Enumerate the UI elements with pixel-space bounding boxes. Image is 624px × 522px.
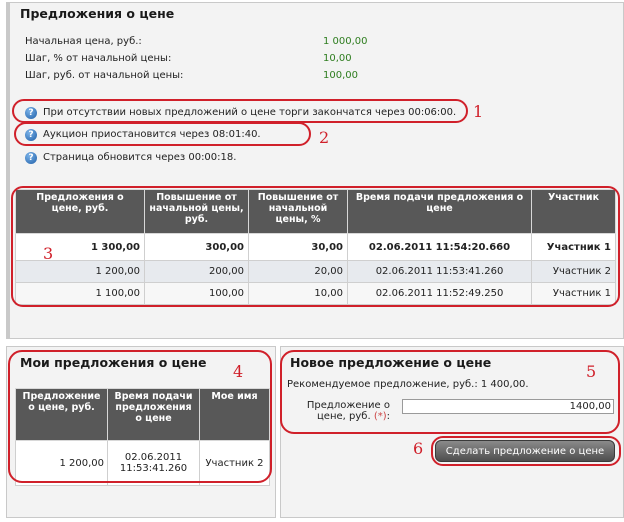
step-percent-label: Шаг, % от начальной цены: — [25, 53, 172, 64]
step-rub-value: 100,00 — [323, 70, 358, 81]
annotation-outline-6 — [431, 436, 621, 466]
page-refresh-notice: Страница обновится через 00:00:18. — [43, 152, 237, 163]
annotation-outline-5 — [280, 350, 620, 434]
annotation-number-1: 1 — [473, 102, 484, 121]
price-offers-title: Предложения о цене — [20, 6, 175, 21]
annotation-number-5: 5 — [586, 362, 597, 381]
step-percent-value: 10,00 — [323, 53, 352, 64]
question-icon: ? — [25, 152, 37, 164]
annotation-number-2: 2 — [319, 128, 330, 147]
annotation-number-4: 4 — [233, 362, 244, 381]
start-price-value: 1 000,00 — [323, 36, 368, 47]
start-price-label: Начальная цена, руб.: — [25, 36, 142, 47]
annotation-number-6: 6 — [413, 439, 424, 458]
annotation-outline-3 — [11, 186, 620, 307]
annotation-outline-2 — [14, 122, 311, 146]
annotation-number-3: 3 — [43, 244, 54, 263]
step-rub-label: Шаг, руб. от начальной цены: — [25, 70, 184, 81]
annotation-outline-1 — [12, 99, 468, 123]
